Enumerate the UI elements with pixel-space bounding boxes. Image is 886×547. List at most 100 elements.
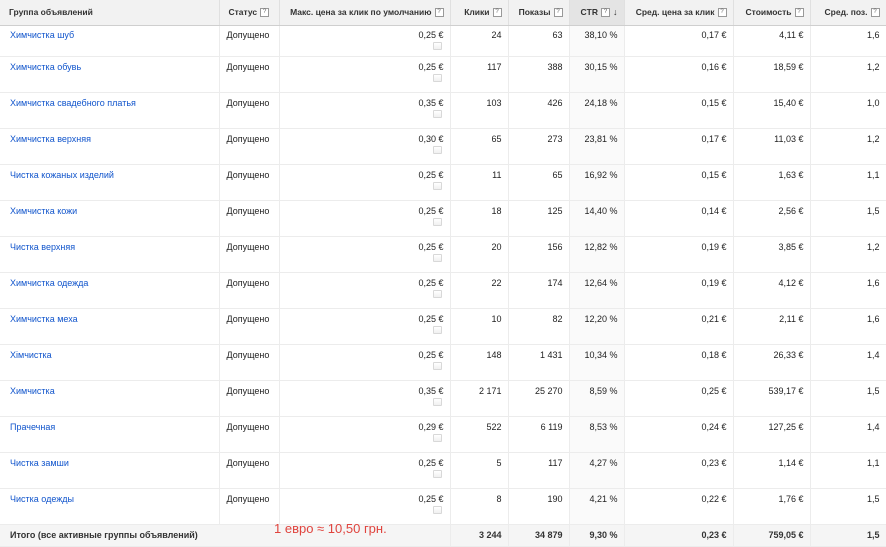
- ad-group-link[interactable]: Прачечная: [10, 422, 55, 432]
- total-clicks: 3 244: [450, 523, 509, 547]
- ad-group-cell: Химчистка меха: [0, 308, 220, 345]
- ad-group-link[interactable]: Химчистка одежда: [10, 278, 88, 288]
- help-icon[interactable]: ?: [260, 8, 270, 18]
- column-header-ad-group[interactable]: Группа объявлений: [0, 0, 220, 26]
- clicks-cell: 103: [450, 92, 509, 129]
- bid-simulator-icon[interactable]: [432, 505, 442, 514]
- ctr-cell: 38,10 %: [569, 25, 625, 57]
- ad-group-link[interactable]: Химчистка шуб: [10, 30, 74, 40]
- ctr-cell: 14,40 %: [569, 200, 625, 237]
- bid-simulator-icon[interactable]: [432, 361, 442, 370]
- ad-group-link[interactable]: Чистка замши: [10, 458, 69, 468]
- column-header-clicks[interactable]: Клики?: [450, 0, 509, 26]
- ad-group-link[interactable]: Химчистка меха: [10, 314, 78, 324]
- max-cpc-value[interactable]: 0,25 €: [418, 314, 443, 324]
- avg-position-cell: 1,6: [810, 308, 886, 345]
- table-row: Химчистка обувь Допущено 0,25 € 117 388 …: [0, 56, 886, 93]
- ad-group-link[interactable]: Чистка одежды: [10, 494, 74, 504]
- max-cpc-cell: 0,25 €: [279, 272, 451, 309]
- bid-simulator-icon[interactable]: [432, 145, 442, 154]
- bid-simulator-icon[interactable]: [432, 433, 442, 442]
- ad-group-cell: Чистка одежды: [0, 488, 220, 525]
- bid-simulator-icon[interactable]: [432, 73, 442, 82]
- impressions-cell: 190: [508, 488, 570, 525]
- max-cpc-value[interactable]: 0,35 €: [418, 386, 443, 396]
- ad-group-link[interactable]: Химчистка кожи: [10, 206, 77, 216]
- column-header-avg-cpc[interactable]: Сред. цена за клик?: [624, 0, 734, 26]
- max-cpc-value[interactable]: 0,25 €: [418, 278, 443, 288]
- bid-simulator-icon[interactable]: [432, 41, 442, 50]
- help-icon[interactable]: ?: [553, 8, 563, 18]
- ad-group-link[interactable]: Хімчистка: [10, 350, 52, 360]
- status-cell: Допущено: [219, 200, 280, 237]
- help-icon[interactable]: ?: [717, 8, 727, 18]
- ad-group-link[interactable]: Химчистка верхняя: [10, 134, 91, 144]
- column-header-status[interactable]: Статус?: [219, 0, 280, 26]
- cost-cell: 1,63 €: [733, 164, 811, 201]
- avg-cpc-cell: 0,15 €: [624, 164, 734, 201]
- bid-simulator-icon[interactable]: [432, 181, 442, 190]
- ad-groups-table: Группа объявлений Статус? Макс. цена за …: [0, 0, 886, 547]
- avg-position-cell: 1,5: [810, 380, 886, 417]
- column-header-ctr[interactable]: CTR? ↓: [569, 0, 625, 26]
- ctr-cell: 12,64 %: [569, 272, 625, 309]
- bid-simulator-icon[interactable]: [432, 289, 442, 298]
- ad-group-link[interactable]: Чистка кожаных изделий: [10, 170, 114, 180]
- clicks-cell: 18: [450, 200, 509, 237]
- bid-simulator-icon[interactable]: [432, 325, 442, 334]
- column-header-impressions[interactable]: Показы?: [508, 0, 570, 26]
- column-header-max-cpc[interactable]: Макс. цена за клик по умолчанию?: [279, 0, 451, 26]
- total-avg-position: 1,5: [810, 523, 886, 547]
- ad-group-link[interactable]: Чистка верхняя: [10, 242, 75, 252]
- ad-group-cell: Прачечная: [0, 416, 220, 453]
- max-cpc-value[interactable]: 0,25 €: [418, 458, 443, 468]
- status-cell: Допущено: [219, 344, 280, 381]
- column-header-cost[interactable]: Стоимость?: [733, 0, 811, 26]
- help-icon[interactable]: ?: [492, 8, 502, 18]
- max-cpc-value[interactable]: 0,29 €: [418, 422, 443, 432]
- max-cpc-value[interactable]: 0,30 €: [418, 134, 443, 144]
- avg-cpc-cell: 0,15 €: [624, 92, 734, 129]
- help-icon[interactable]: ?: [601, 8, 610, 18]
- help-icon[interactable]: ?: [434, 8, 444, 18]
- max-cpc-cell: 0,25 €: [279, 56, 451, 93]
- avg-position-cell: 1,6: [810, 272, 886, 309]
- column-header-avg-position[interactable]: Сред. поз.?: [810, 0, 886, 26]
- max-cpc-value[interactable]: 0,25 €: [418, 170, 443, 180]
- ad-group-link[interactable]: Химчистка свадебного платья: [10, 98, 136, 108]
- bid-simulator-icon[interactable]: [432, 469, 442, 478]
- max-cpc-value[interactable]: 0,35 €: [418, 98, 443, 108]
- help-icon[interactable]: ?: [794, 8, 804, 18]
- bid-simulator-icon[interactable]: [432, 397, 442, 406]
- status-cell: Допущено: [219, 128, 280, 165]
- clicks-cell: 2 171: [450, 380, 509, 417]
- max-cpc-value[interactable]: 0,25 €: [418, 62, 443, 72]
- max-cpc-value[interactable]: 0,25 €: [418, 206, 443, 216]
- ad-group-cell: Химчистка обувь: [0, 56, 220, 93]
- cost-cell: 11,03 €: [733, 128, 811, 165]
- avg-cpc-cell: 0,24 €: [624, 416, 734, 453]
- max-cpc-value[interactable]: 0,25 €: [418, 242, 443, 252]
- status-cell: Допущено: [219, 56, 280, 93]
- avg-cpc-cell: 0,16 €: [624, 56, 734, 93]
- status-cell: Допущено: [219, 164, 280, 201]
- table-row: Чистка кожаных изделий Допущено 0,25 € 1…: [0, 164, 886, 201]
- max-cpc-value[interactable]: 0,25 €: [418, 494, 443, 504]
- max-cpc-value[interactable]: 0,25 €: [418, 350, 443, 360]
- ctr-cell: 10,34 %: [569, 344, 625, 381]
- avg-position-cell: 1,1: [810, 164, 886, 201]
- ctr-cell: 4,27 %: [569, 452, 625, 489]
- cost-cell: 4,12 €: [733, 272, 811, 309]
- bid-simulator-icon[interactable]: [432, 217, 442, 226]
- max-cpc-value[interactable]: 0,25 €: [418, 30, 443, 40]
- table-header-row: Группа объявлений Статус? Макс. цена за …: [0, 0, 886, 26]
- table-row: Химчистка меха Допущено 0,25 € 10 82 12,…: [0, 308, 886, 345]
- clicks-cell: 148: [450, 344, 509, 381]
- max-cpc-cell: 0,35 €: [279, 380, 451, 417]
- help-icon[interactable]: ?: [870, 8, 880, 18]
- ad-group-link[interactable]: Химчистка обувь: [10, 62, 81, 72]
- bid-simulator-icon[interactable]: [432, 109, 442, 118]
- bid-simulator-icon[interactable]: [432, 253, 442, 262]
- ad-group-link[interactable]: Химчистка: [10, 386, 55, 396]
- avg-cpc-cell: 0,19 €: [624, 236, 734, 273]
